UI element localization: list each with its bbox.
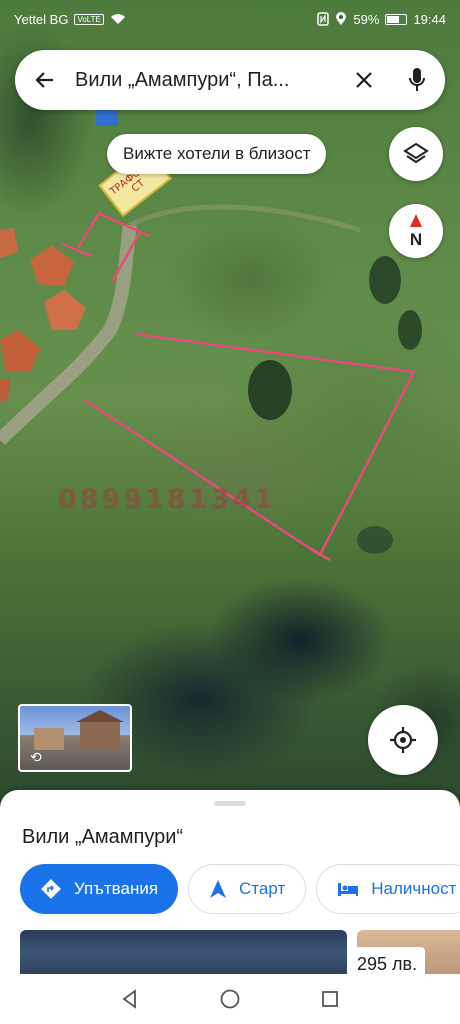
arrow-left-icon xyxy=(35,72,53,88)
clear-button[interactable] xyxy=(339,50,389,110)
search-query[interactable]: Вили „Амампури“, Па... xyxy=(75,69,339,92)
directions-button[interactable]: Упътвания xyxy=(20,864,179,914)
home-nav-button[interactable] xyxy=(219,988,241,1010)
my-location-button[interactable] xyxy=(368,705,438,775)
bed-icon xyxy=(338,883,359,896)
phone-watermark: 0899181341 xyxy=(58,484,276,515)
nearby-hotels-chip[interactable]: Вижте хотели в близост xyxy=(107,134,327,174)
battery-icon xyxy=(385,13,408,25)
street-view-360-icon: ⟲ xyxy=(30,749,42,765)
carrier-label: Yettel BG xyxy=(14,11,69,27)
map-overlay xyxy=(0,108,422,562)
back-button[interactable] xyxy=(15,50,75,110)
compass-north-label: N xyxy=(409,230,423,249)
satellite-map[interactable]: ТРАФОПО СТ 0899181341 xyxy=(0,0,460,800)
place-title: Вили „Амампури“ xyxy=(22,826,184,848)
street-view-thumbnail[interactable]: ⟲ xyxy=(18,704,132,772)
start-button[interactable]: Старт xyxy=(188,864,307,914)
battery-percent: 59% xyxy=(353,11,380,27)
voice-search-button[interactable] xyxy=(389,50,445,110)
volte-badge: VoLTE xyxy=(74,13,104,25)
back-nav-button[interactable] xyxy=(120,989,140,1009)
place-photo[interactable] xyxy=(20,930,347,974)
start-label: Старт xyxy=(239,879,286,898)
clock: 19:44 xyxy=(413,11,446,27)
recents-nav-button[interactable] xyxy=(320,989,340,1009)
crosshair-icon xyxy=(390,727,416,753)
mic-icon xyxy=(409,68,425,91)
compass-button[interactable]: N xyxy=(389,204,443,258)
compass-needle-icon xyxy=(410,214,422,227)
wifi-icon xyxy=(110,14,125,24)
location-icon xyxy=(336,12,347,25)
availability-button[interactable]: Наличност xyxy=(316,864,460,914)
navigation-arrow-icon xyxy=(210,880,227,898)
action-chips: Упътвания Старт Наличност xyxy=(20,864,460,914)
search-bar[interactable]: Вили „Амампури“, Па... xyxy=(15,50,445,110)
status-bar: Yettel BG VoLTE 59% 19:44 xyxy=(0,0,460,38)
close-icon xyxy=(356,72,372,88)
sheet-drag-handle[interactable] xyxy=(214,801,246,806)
system-nav-bar xyxy=(0,974,460,1024)
availability-label: Наличност xyxy=(371,879,457,898)
layers-icon xyxy=(403,142,429,164)
nfc-icon xyxy=(317,12,330,26)
directions-icon xyxy=(41,879,61,899)
directions-label: Упътвания xyxy=(74,879,159,898)
layers-button[interactable] xyxy=(389,127,443,181)
price-badge: 295 лв. xyxy=(349,947,426,974)
place-bottom-sheet[interactable]: Вили „Амампури“ Упътвания Старт Наличнос xyxy=(0,790,460,974)
